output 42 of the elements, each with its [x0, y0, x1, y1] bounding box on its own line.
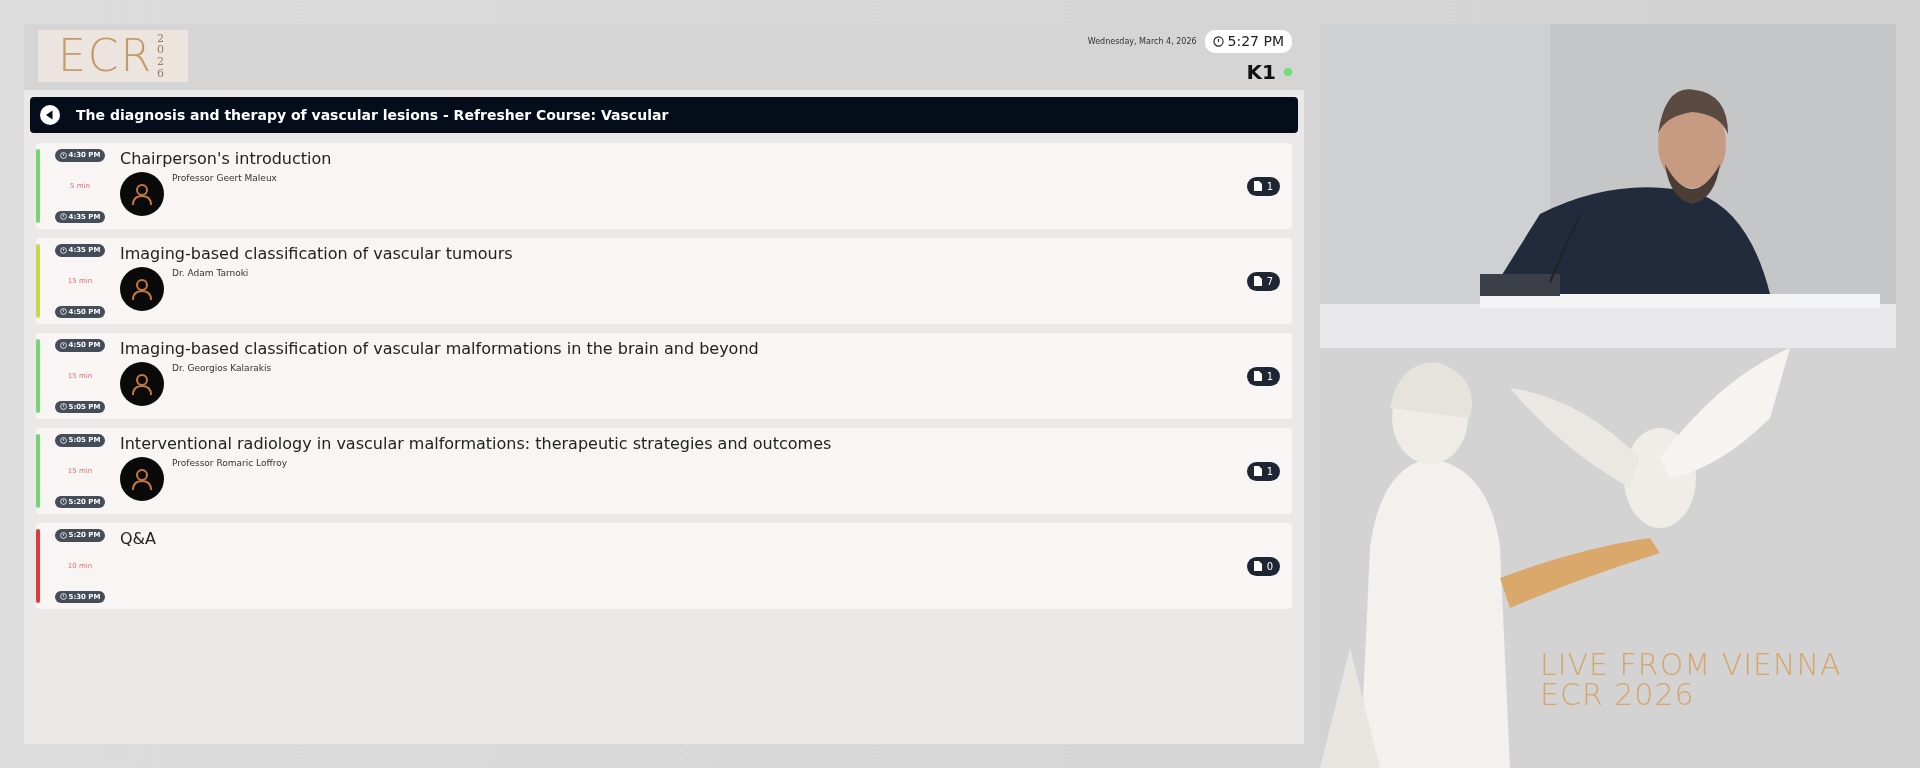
talk-title: Imaging-based classification of vascular malformations in the brain and beyond: [120, 339, 760, 359]
time-pill: 5:27 PM: [1204, 30, 1292, 53]
talk-title: Imaging-based classification of vascular tumours: [120, 244, 514, 264]
documents-badge[interactable]: 0: [1246, 556, 1280, 576]
clock-icon: [59, 436, 67, 444]
document-icon: [1253, 371, 1262, 381]
avatar-icon: [120, 362, 164, 407]
clock-icon: [59, 403, 67, 411]
clock-icon: [59, 246, 67, 254]
clock-icon: [59, 531, 67, 539]
clock-icon: [59, 151, 67, 159]
avatar-icon: [120, 172, 164, 217]
documents-badge[interactable]: 1: [1246, 366, 1280, 386]
back-icon[interactable]: [40, 105, 60, 125]
date-text: Wednesday, March 4, 2026: [1087, 35, 1197, 48]
documents-badge[interactable]: 7: [1246, 271, 1280, 291]
clock-icon: [59, 308, 67, 316]
document-icon: [1253, 466, 1262, 476]
speaker-name: Dr. Georgios Kalarakis: [172, 362, 272, 376]
status-dot-icon: [1284, 68, 1292, 76]
documents-badge[interactable]: 1: [1246, 176, 1280, 196]
document-icon: [1253, 276, 1262, 286]
speaker-name: Professor Geert Maleux: [172, 172, 277, 186]
talk-title: Interventional radiology in vascular malformations: therapeutic strategies and outcomes: [120, 434, 833, 454]
avatar-icon: [120, 457, 164, 502]
clock-icon: [59, 498, 67, 506]
document-icon: [1253, 561, 1262, 571]
avatar-icon: [120, 267, 164, 312]
document-icon: [1253, 181, 1262, 191]
overlay-text: LIVE FROM VIENNA: [1540, 650, 1842, 680]
clock-icon: [59, 213, 67, 221]
talk-title: Q&A: [120, 529, 157, 549]
session-title: The diagnosis and therapy of vascular lesions - Refresher Course: Vascular: [76, 105, 669, 125]
speaker-name: Professor Romaric Loffroy: [172, 457, 287, 471]
clock-icon: [1212, 36, 1224, 47]
speaker-name: Dr. Adam Tarnoki: [172, 267, 249, 281]
room-label: K1: [1246, 59, 1276, 86]
documents-badge[interactable]: 1: [1246, 461, 1280, 481]
clock-icon: [59, 341, 67, 349]
clock-icon: [59, 593, 67, 601]
overlay-text: ECR 2026: [1540, 680, 1696, 710]
talk-title: Chairperson's introduction: [120, 149, 333, 169]
